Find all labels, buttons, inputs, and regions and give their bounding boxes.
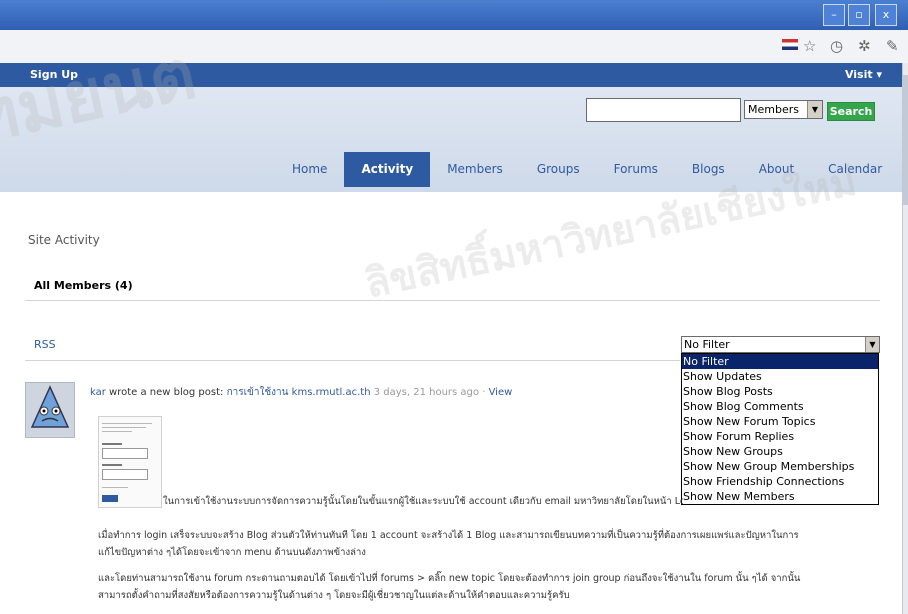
maximize-button[interactable]: ▫ (848, 4, 870, 26)
close-button[interactable]: x (875, 4, 897, 26)
flag-icon[interactable] (782, 39, 798, 50)
gear-icon[interactable]: ✲ (858, 36, 871, 56)
nav-forums[interactable]: Forums (597, 152, 675, 187)
activity-view-link[interactable]: View (489, 387, 513, 398)
search-button[interactable]: Search (827, 102, 875, 121)
filter-option[interactable]: Show Blog Comments (682, 399, 878, 414)
filter-dropdown-list: No Filter Show Updates Show Blog Posts S… (681, 353, 879, 505)
nav-activity[interactable]: Activity (344, 152, 431, 187)
filter-option[interactable]: Show New Groups (682, 444, 878, 459)
post-paragraph: ในการเข้าใช้งานระบบการจัดการความรู้นั้นโ… (163, 496, 683, 507)
avatar-face-icon (30, 385, 70, 428)
activity-post-link[interactable]: การเข้าใช้งาน kms.rmutl.ac.th (227, 387, 371, 398)
post-text-line: สามารถตั้งคำถามที่สงสัยหรือต้องการความรู… (98, 590, 570, 601)
filter-option[interactable]: Show Forum Replies (682, 429, 878, 444)
activity-header: kar wrote a new blog post: การเข้าใช้งาน… (90, 385, 512, 400)
clock-icon[interactable]: ◷ (830, 36, 843, 56)
post-paragraph: และโดยท่านสามารถใช้งาน forum กระดานถามตอ… (98, 570, 888, 604)
post-paragraph: เมื่อทำการ login เสร็จระบบจะสร้าง Blog ส… (98, 527, 888, 561)
divider (25, 300, 880, 301)
nav-groups[interactable]: Groups (520, 152, 597, 187)
filter-option[interactable]: Show New Members (682, 489, 878, 504)
login-screenshot-thumbnail (98, 416, 162, 508)
activity-time: 3 days, 21 hours ago · (370, 387, 489, 398)
wrench-icon[interactable]: ✎ (886, 36, 899, 56)
search-scope-select[interactable]: Members ▼ (744, 100, 823, 119)
star-icon[interactable]: ☆ (803, 36, 816, 56)
post-text-line: เมื่อทำการ login เสร็จระบบจะสร้าง Blog ส… (98, 530, 799, 541)
tab-all-members[interactable]: All Members (4) (34, 279, 133, 292)
filter-option[interactable]: No Filter (682, 354, 878, 369)
nav-members[interactable]: Members (430, 152, 520, 187)
rss-link[interactable]: RSS (34, 338, 56, 351)
page-scrollbar[interactable] (902, 63, 908, 614)
filter-option[interactable]: Show New Group Memberships (682, 459, 878, 474)
search-scope-value: Members (748, 103, 799, 116)
activity-filter-select[interactable]: No Filter ▼ (681, 336, 880, 353)
activity-action: wrote a new blog post: (105, 387, 227, 398)
nav-home[interactable]: Home (275, 152, 344, 187)
post-text-line: และโดยท่านสามารถใช้งาน forum กระดานถามตอ… (98, 573, 801, 584)
window-titlebar: – ▫ x (0, 0, 908, 30)
post-text-line: แก้ไขปัญหาต่าง ๆได้โดยจะเข้าจาก menu ด้า… (98, 547, 366, 558)
activity-user-link[interactable]: kar (90, 387, 106, 398)
page-title: Site Activity (28, 233, 100, 247)
filter-option[interactable]: Show New Forum Topics (682, 414, 878, 429)
scrollbar-thumb[interactable] (903, 75, 908, 205)
divider (25, 360, 680, 361)
search-input[interactable] (586, 98, 741, 122)
filter-selected-value: No Filter (684, 338, 730, 351)
filter-option[interactable]: Show Updates (682, 369, 878, 384)
filter-option[interactable]: Show Blog Posts (682, 384, 878, 399)
visit-menu[interactable]: Visit ▾ (845, 68, 882, 81)
chevron-down-icon: ▼ (865, 337, 879, 352)
filter-option[interactable]: Show Friendship Connections (682, 474, 878, 489)
minimize-button[interactable]: – (823, 4, 845, 26)
avatar[interactable] (25, 382, 75, 438)
chevron-down-icon: ▼ (807, 101, 822, 118)
